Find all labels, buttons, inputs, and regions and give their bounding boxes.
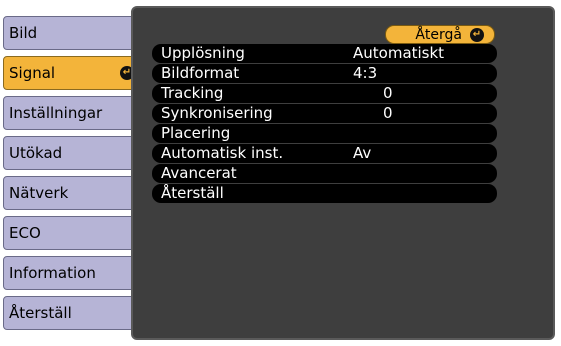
setting-row-upplosning[interactable]: Upplösning Automatiskt [152,44,497,63]
setting-row-tracking[interactable]: Tracking 0 [152,84,497,103]
menu-item-aterstall[interactable]: Återställ [3,296,139,330]
menu-item-label: Information [9,264,96,282]
menu-item-label: Utökad [9,144,63,162]
setting-label: Avancerat [161,164,237,182]
setting-row-bildformat[interactable]: Bildformat 4:3 [152,64,497,83]
menu-item-installningar[interactable]: Inställningar [3,96,139,130]
menu-item-utokad[interactable]: Utökad [3,136,139,170]
setting-value: Automatiskt [353,44,445,62]
menu-item-label: Inställningar [9,104,103,122]
setting-row-avancerat[interactable]: Avancerat [152,164,497,183]
setting-label: Bildformat [161,64,240,82]
menu-item-bild[interactable]: Bild [3,16,139,50]
setting-row-automatisk-inst[interactable]: Automatisk inst. Av [152,144,497,163]
setting-label: Placering [161,124,231,142]
setting-label: Synkronisering [161,104,273,122]
back-button[interactable]: Återgå ↵ [385,25,495,44]
menu-item-label: Nätverk [9,184,69,202]
menu-item-eco[interactable]: ECO [3,216,139,250]
setting-label: Tracking [161,84,224,102]
setting-value: 4:3 [353,64,378,82]
setting-value: 0 [383,84,393,102]
setting-value: Av [353,144,372,162]
setting-value: 0 [383,104,393,122]
menu-item-label: Bild [9,24,38,42]
back-button-label: Återgå [415,26,462,43]
setting-row-placering[interactable]: Placering [152,124,497,143]
setting-label: Återställ [161,184,224,202]
menu-item-label: Återställ [9,304,72,322]
submenu-panel: Återgå ↵ Upplösning Automatiskt Bildform… [131,6,555,340]
menu-item-information[interactable]: Information [3,256,139,290]
menu-item-label: Signal [9,64,56,82]
setting-row-synkronisering[interactable]: Synkronisering 0 [152,104,497,123]
setting-label: Upplösning [161,44,245,62]
setting-row-aterstall[interactable]: Återställ [152,184,497,203]
menu-item-label: ECO [9,224,41,242]
setting-label: Automatisk inst. [161,144,284,162]
enter-return-icon: ↵ [470,27,484,42]
menu-item-natverk[interactable]: Nätverk [3,176,139,210]
menu-item-signal[interactable]: Signal ↵ [3,56,141,90]
